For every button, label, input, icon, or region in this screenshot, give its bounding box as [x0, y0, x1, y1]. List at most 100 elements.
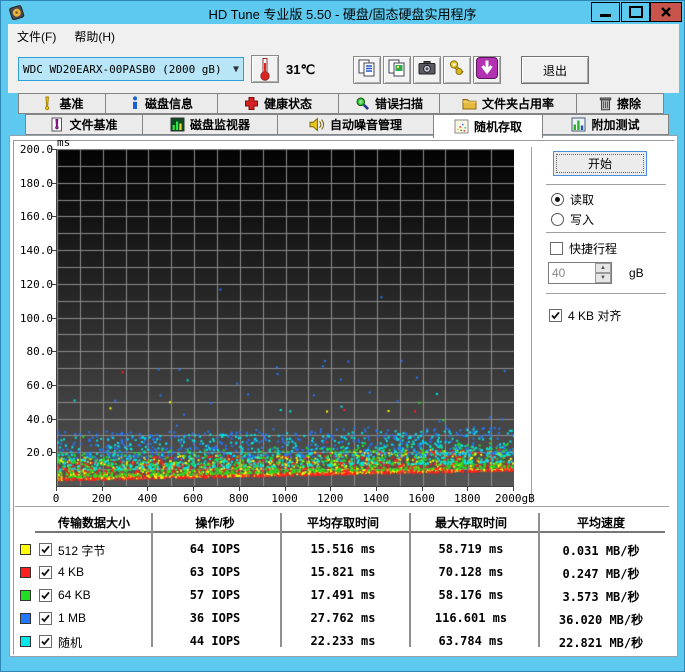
close-button[interactable]	[650, 2, 682, 22]
camera-icon	[417, 58, 437, 83]
series-label-1mb: 1 MB	[58, 611, 87, 625]
health-cross-icon	[244, 96, 259, 111]
series-checkbox-4kb[interactable]	[39, 566, 52, 579]
cell-64kb-speed: 3.573 MB/秒	[562, 590, 640, 604]
cell-512b-iops: 64 IOPS	[189, 542, 241, 556]
series-checkbox-random[interactable]	[39, 635, 52, 648]
y-tick-mark	[52, 182, 56, 184]
x-tick-label: 800	[228, 492, 249, 505]
toolbar: WDC WD20EARX-00PASB0 (2000 gB) ▼ 31℃ 退出	[8, 48, 679, 93]
series-checkbox-64kb[interactable]	[39, 589, 52, 602]
tab-label: 自动噪音管理	[329, 118, 402, 132]
spinner-up-button[interactable]: ▲	[595, 263, 611, 273]
table-header-2: 平均存取时间	[306, 516, 379, 530]
series-checkbox-1mb[interactable]	[39, 612, 52, 625]
tab-file-benchmark[interactable]: 文件基准	[25, 114, 143, 135]
cell-random-avg: 22.233 ms	[310, 634, 376, 648]
exit-label: 退出	[542, 63, 567, 78]
y-tick-label: 140.0	[19, 244, 53, 258]
tab-folder-usage[interactable]: 文件夹占用率	[439, 93, 577, 114]
cell-4kb-speed: 0.247 MB/秒	[562, 567, 640, 581]
y-tick-mark	[52, 452, 56, 454]
cell-random-max: 63.784 ms	[438, 634, 504, 648]
read-radio[interactable]: 读取	[551, 191, 594, 208]
tab-disk-info[interactable]: 磁盘信息	[105, 93, 218, 114]
screenshot-button[interactable]	[413, 56, 441, 84]
y-tick-mark	[52, 149, 56, 150]
y-tick-label: 40.0	[26, 412, 54, 426]
cell-1mb-iops: 36 IOPS	[189, 611, 241, 625]
align-4kb-label: 4 KB 对齐	[568, 309, 622, 323]
menu-bar: 文件(F) 帮助(H)	[8, 24, 679, 48]
temperature-button[interactable]	[251, 55, 279, 83]
table-header-3: 最大存取时间	[434, 516, 507, 530]
y-tick-mark	[52, 384, 56, 386]
update-button[interactable]	[473, 56, 501, 84]
tab-row-1: 基准 磁盘信息 健康状态 错误扫描 文件夹占用率 擦除	[18, 93, 664, 114]
x-tick-label: 200	[91, 492, 112, 505]
table-header-4: 平均速度	[576, 516, 625, 530]
tab-extra-tests[interactable]: 附加测试	[542, 114, 669, 135]
tab-auto-noise[interactable]: 自动噪音管理	[277, 114, 434, 135]
x-tick-label: 1200	[316, 492, 344, 505]
x-tick-mark	[421, 487, 423, 491]
copy-text-button[interactable]	[353, 56, 381, 84]
align-4kb-checkbox[interactable]: 4 KB 对齐	[549, 307, 621, 324]
table-header-0: 传输数据大小	[57, 516, 130, 530]
x-tick-label: 600	[183, 492, 204, 505]
tab-label: 基准	[59, 97, 84, 111]
window-title: HD Tune 专业版 5.50 - 硬盘/固态硬盘实用程序	[208, 7, 477, 22]
menu-item-file[interactable]: 文件(F)	[8, 24, 65, 48]
file-exclaim-icon	[50, 117, 64, 132]
read-label: 读取	[570, 193, 595, 207]
tab-label: 附加测试	[591, 118, 640, 132]
table-top-separator	[15, 506, 669, 508]
drive-select-dropdown[interactable]: WDC WD20EARX-00PASB0 (2000 gB) ▼	[18, 57, 244, 81]
maximize-icon	[628, 6, 643, 18]
table-column-separator	[151, 513, 153, 647]
options-button[interactable]	[443, 56, 471, 84]
short-stroke-unit-label: gB	[629, 266, 644, 280]
exit-button[interactable]: 退出	[521, 56, 589, 84]
short-stroke-checkbox[interactable]: 快捷行程	[550, 240, 617, 257]
x-tick-label: 2000gB	[495, 492, 535, 505]
temperature-value: 31℃	[286, 62, 316, 77]
maximize-button[interactable]	[621, 2, 650, 22]
x-tick-label: 1400	[362, 492, 390, 505]
tab-benchmark[interactable]: 基准	[18, 93, 106, 114]
write-radio[interactable]: 写入	[551, 211, 594, 228]
x-tick-label: 1800	[454, 492, 481, 505]
menu-item-help[interactable]: 帮助(H)	[65, 24, 124, 48]
series-checkbox-512b[interactable]	[39, 543, 52, 556]
magnifier-icon	[355, 96, 370, 111]
exclaim-yellow-icon	[40, 96, 54, 111]
tab-label: 错误扫描	[374, 97, 423, 111]
tab-row-2: 文件基准 磁盘监视器 自动噪音管理 随机存取 附加测试	[25, 114, 669, 138]
tab-random-access[interactable]: 随机存取	[433, 114, 543, 138]
cell-512b-avg: 15.516 ms	[310, 542, 376, 556]
series-label-4kb: 4 KB	[58, 565, 85, 579]
start-button[interactable]: 开始	[553, 151, 647, 176]
x-tick-mark	[147, 487, 149, 491]
legend-swatch-512b	[20, 544, 31, 555]
tab-label: 磁盘监视器	[189, 118, 250, 132]
cell-512b-speed: 0.031 MB/秒	[562, 544, 640, 558]
minimize-button[interactable]	[591, 2, 620, 22]
short-stroke-size-input[interactable]	[549, 263, 595, 283]
title-bar[interactable]: HD Tune 专业版 5.50 - 硬盘/固态硬盘实用程序	[1, 1, 684, 24]
hdtune-window: HD Tune 专业版 5.50 - 硬盘/固态硬盘实用程序 文件(F) 帮助(H…	[0, 0, 685, 672]
tab-disk-monitor[interactable]: 磁盘监视器	[142, 114, 278, 135]
tab-erase[interactable]: 擦除	[576, 93, 664, 114]
y-tick-label: 200.0	[19, 143, 53, 156]
tab-label: 文件基准	[69, 118, 118, 132]
tab-error-scan[interactable]: 错误扫描	[338, 93, 440, 114]
copy-text-icon	[357, 58, 377, 83]
tab-health[interactable]: 健康状态	[217, 93, 339, 114]
chevron-down-icon: ▼	[232, 63, 239, 75]
series-label-512b: 512 字节	[58, 544, 106, 558]
tab-label: 文件夹占用率	[481, 97, 554, 111]
copy-image-button[interactable]	[383, 56, 411, 84]
folder-icon	[462, 97, 477, 110]
spinner-down-button[interactable]: ▼	[595, 273, 611, 283]
checkbox-unchecked-icon	[550, 242, 563, 255]
